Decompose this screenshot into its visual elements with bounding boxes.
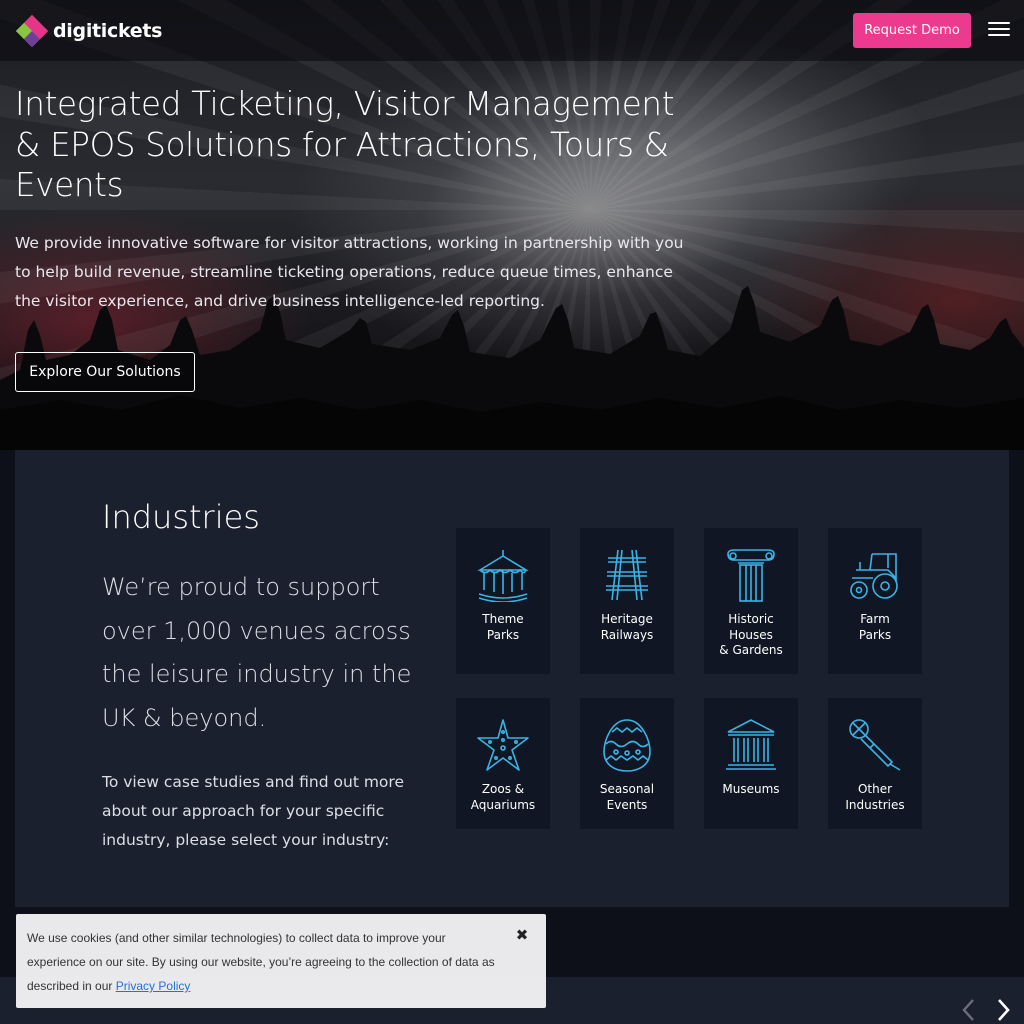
chevron-left-icon[interactable] bbox=[958, 996, 980, 1024]
tile-label: Other Industries bbox=[845, 782, 905, 812]
microphone-icon bbox=[849, 719, 901, 771]
industry-tile-seasonal-events[interactable]: Seasonal Events bbox=[580, 698, 674, 829]
cookie-banner: We use cookies (and other similar techno… bbox=[16, 914, 546, 1008]
cookie-text: We use cookies (and other similar techno… bbox=[27, 926, 507, 998]
industries-body: To view case studies and find out more a… bbox=[102, 773, 404, 849]
logo[interactable]: digitickets bbox=[15, 14, 163, 48]
tile-label: Heritage Railways bbox=[600, 612, 654, 642]
industry-tile-farm-parks[interactable]: Farm Parks bbox=[828, 528, 922, 674]
tile-label: Zoos & Aquariums bbox=[470, 782, 536, 812]
hero-title: Integrated Ticketing, Visitor Management… bbox=[15, 85, 675, 204]
industry-tile-other-industries[interactable]: Other Industries bbox=[828, 698, 922, 829]
hamburger-menu-icon[interactable] bbox=[988, 22, 1010, 40]
hero-section: digitickets Request Demo Integrated Tick… bbox=[0, 0, 1024, 450]
tile-label: Farm Parks bbox=[858, 612, 892, 642]
museum-icon bbox=[726, 719, 776, 770]
privacy-policy-link[interactable]: Privacy Policy bbox=[116, 979, 191, 993]
chevron-right-icon[interactable] bbox=[992, 996, 1014, 1024]
starfish-icon bbox=[477, 719, 529, 771]
top-navbar: digitickets Request Demo bbox=[0, 0, 1024, 61]
logo-text: digitickets bbox=[53, 20, 163, 42]
industry-tile-museums[interactable]: Museums bbox=[704, 698, 798, 829]
industries-title: Industries bbox=[102, 498, 260, 536]
industries-section: Industries We’re proud to support over 1… bbox=[15, 450, 1009, 907]
industry-tile-heritage-railways[interactable]: Heritage Railways bbox=[580, 528, 674, 674]
tile-label: Theme Parks bbox=[482, 612, 524, 642]
tractor-icon bbox=[850, 553, 898, 599]
industry-tile-zoos-aquariums[interactable]: Zoos & Aquariums bbox=[456, 698, 550, 829]
column-icon bbox=[727, 549, 775, 602]
carousel-icon bbox=[477, 550, 529, 602]
tile-label: Museums bbox=[722, 782, 780, 796]
industry-tile-historic-houses[interactable]: Historic Houses & Gardens bbox=[704, 528, 798, 674]
tile-label: Seasonal Events bbox=[599, 782, 655, 812]
industries-lead: We’re proud to support over 1,000 venues… bbox=[102, 573, 412, 732]
cookie-message: We use cookies (and other similar techno… bbox=[27, 931, 495, 993]
close-icon[interactable]: ✖ bbox=[515, 926, 529, 944]
industry-tile-theme-parks[interactable]: Theme Parks bbox=[456, 528, 550, 674]
logo-diamond-icon bbox=[16, 15, 48, 47]
easter-egg-icon bbox=[603, 719, 651, 772]
tile-label: Historic Houses & Gardens bbox=[719, 612, 783, 657]
explore-solutions-button[interactable]: Explore Our Solutions bbox=[15, 352, 195, 392]
request-demo-button[interactable]: Request Demo bbox=[853, 13, 971, 48]
railway-track-icon bbox=[606, 549, 648, 601]
hero-subtitle: We provide innovative software for visit… bbox=[15, 234, 684, 310]
